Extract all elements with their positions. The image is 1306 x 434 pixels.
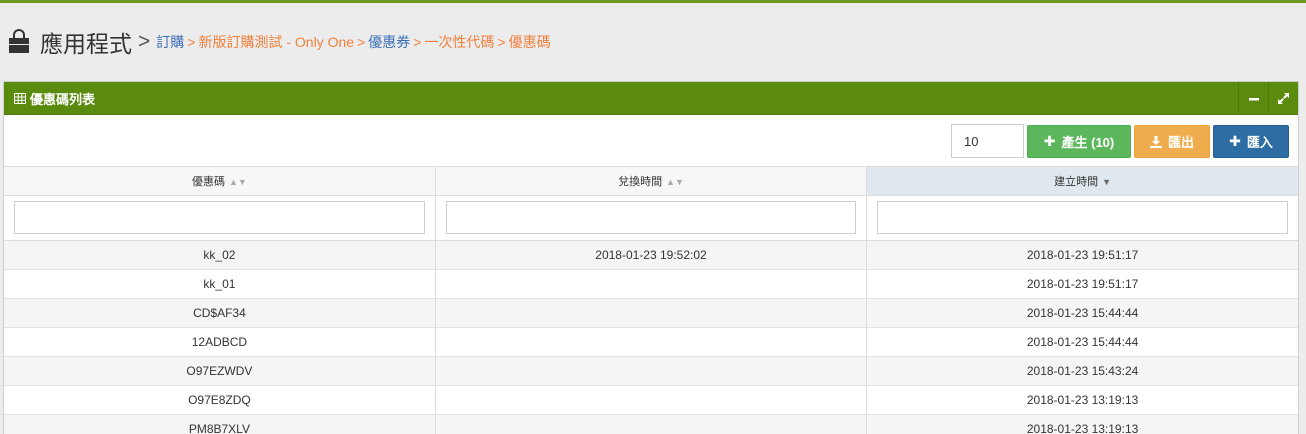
cell-redeem-time	[435, 269, 868, 299]
sort-icon: ▲▼	[666, 176, 684, 187]
plus-icon: ✚	[1043, 133, 1056, 149]
generate-button[interactable]: ✚ 產生 (10)	[1027, 125, 1131, 158]
cell-redeem-time	[435, 385, 868, 415]
breadcrumb-separator: >	[413, 34, 422, 50]
expand-icon	[1278, 93, 1289, 104]
table-row[interactable]: O97E8ZDQ 2018-01-23 13:19:13	[4, 385, 1298, 415]
widget-title: 優惠碼列表	[30, 91, 96, 107]
promo-code-widget: 優惠碼列表 10 ✚ 產生 (10) 匯出 ✚ 匯入 優惠碼 ▲▼ 兌換時間 ▲…	[3, 81, 1299, 434]
filter-redeem-time-input[interactable]	[445, 201, 857, 234]
table-row[interactable]: kk_02 2018-01-23 19:52:02 2018-01-23 19:…	[4, 240, 1298, 270]
plus-icon: ✚	[1229, 133, 1241, 149]
table-row[interactable]: O97EZWDV 2018-01-23 15:43:24	[4, 356, 1298, 386]
column-header-created-time[interactable]: 建立時間 ▼	[866, 167, 1298, 196]
promo-code-table: 優惠碼 ▲▼ 兌換時間 ▲▼ 建立時間 ▼ kk_02 2018-01-23 19:5…	[4, 167, 1298, 434]
sort-desc-icon: ▼	[1102, 176, 1112, 187]
cell-created-time: 2018-01-23 19:51:17	[866, 240, 1298, 270]
generate-count-input[interactable]: 10	[951, 124, 1024, 158]
export-button-label: 匯出	[1167, 135, 1194, 150]
breadcrumb: 應用程式 > 訂購 > 新版訂購測試 - Only One > 優惠券 > 一次…	[6, 25, 551, 59]
column-header-redeem-time[interactable]: 兌換時間 ▲▼	[435, 167, 868, 196]
import-button-label: 匯入	[1246, 135, 1273, 150]
generate-button-label: 產生 (10)	[1061, 135, 1115, 150]
cell-code: O97E8ZDQ	[4, 385, 436, 415]
import-button[interactable]: ✚ 匯入	[1213, 125, 1289, 158]
cell-code: PM8B7XLV	[4, 414, 436, 434]
table-toolbar: 10 ✚ 產生 (10) 匯出 ✚ 匯入	[4, 115, 1298, 167]
table-icon	[14, 92, 26, 104]
cell-redeem-time: 2018-01-23 19:52:02	[435, 240, 868, 270]
cell-redeem-time	[435, 298, 868, 328]
filter-code-input[interactable]	[14, 201, 425, 234]
cell-created-time: 2018-01-23 15:44:44	[866, 298, 1298, 328]
cell-created-time: 2018-01-23 19:51:17	[866, 269, 1298, 299]
shopping-bag-icon	[9, 29, 29, 53]
filter-created-time-input[interactable]	[877, 201, 1288, 234]
table-row[interactable]: CD$AF34 2018-01-23 15:44:44	[4, 298, 1298, 328]
cell-created-time: 2018-01-23 13:19:13	[866, 385, 1298, 415]
breadcrumb-separator: >	[497, 34, 506, 50]
cell-code: O97EZWDV	[4, 356, 436, 386]
table-row[interactable]: kk_01 2018-01-23 19:51:17	[4, 269, 1298, 299]
sort-icon: ▲▼	[229, 176, 247, 187]
cell-code: kk_02	[4, 240, 436, 270]
fullscreen-button[interactable]	[1268, 82, 1298, 115]
breadcrumb-separator: >	[138, 30, 151, 53]
cell-created-time: 2018-01-23 13:19:13	[866, 414, 1298, 434]
page-title: 應用程式	[40, 31, 132, 57]
cell-redeem-time	[435, 356, 868, 386]
minus-icon	[1248, 97, 1259, 100]
cell-code: CD$AF34	[4, 298, 436, 328]
breadcrumb-item-promo-code: 優惠碼	[508, 34, 551, 50]
export-button[interactable]: 匯出	[1134, 125, 1210, 158]
table-row[interactable]: PM8B7XLV 2018-01-23 13:19:13	[4, 414, 1298, 434]
column-header-code[interactable]: 優惠碼 ▲▼	[4, 167, 436, 196]
breadcrumb-item-order-test[interactable]: 新版訂購測試 - Only One	[198, 32, 354, 52]
breadcrumb-item-coupon[interactable]: 優惠券	[368, 32, 410, 52]
cell-code: kk_01	[4, 269, 436, 299]
widget-header: 優惠碼列表	[4, 82, 1298, 115]
cell-redeem-time	[435, 414, 868, 434]
cell-created-time: 2018-01-23 15:43:24	[866, 356, 1298, 386]
cell-created-time: 2018-01-23 15:44:44	[866, 327, 1298, 357]
cell-code: 12ADBCD	[4, 327, 436, 357]
collapse-button[interactable]	[1238, 82, 1268, 115]
breadcrumb-item-order[interactable]: 訂購	[156, 32, 184, 52]
breadcrumb-separator: >	[357, 34, 366, 50]
download-icon	[1149, 135, 1162, 148]
breadcrumb-separator: >	[187, 34, 196, 50]
table-row[interactable]: 12ADBCD 2018-01-23 15:44:44	[4, 327, 1298, 357]
breadcrumb-item-one-time-code[interactable]: 一次性代碼	[424, 32, 494, 52]
cell-redeem-time	[435, 327, 868, 357]
